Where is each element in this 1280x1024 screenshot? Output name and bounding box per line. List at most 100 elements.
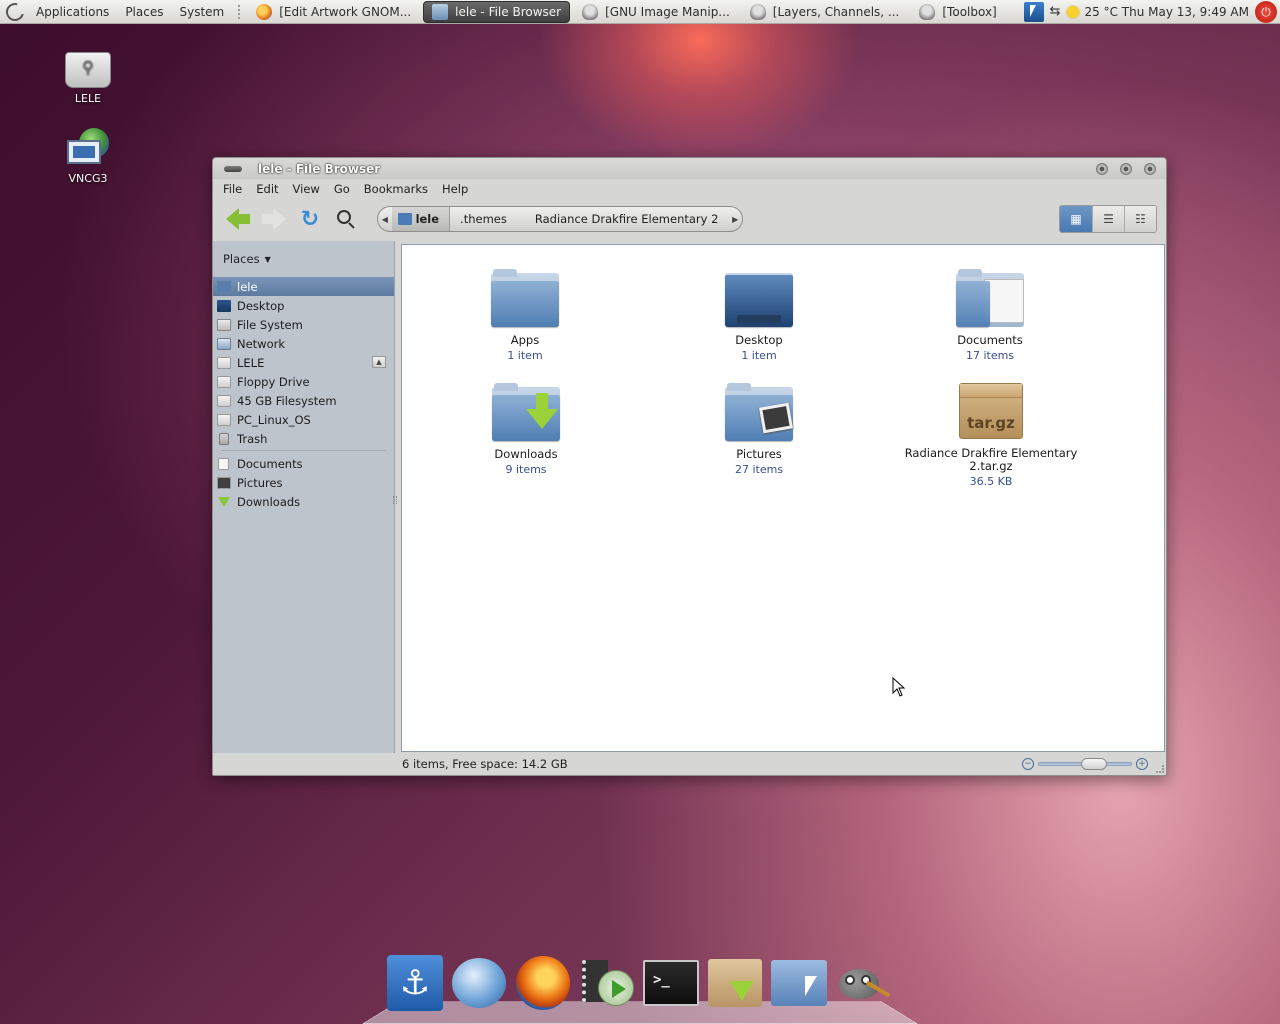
taskbar-item-file-browser[interactable]: lele - File Browser (423, 0, 571, 23)
network-icon[interactable]: ⇆ (1050, 4, 1061, 19)
sidebar-item-label: Pictures (237, 475, 283, 490)
sidebar-item-downloads[interactable]: Downloads (213, 492, 394, 511)
sidebar-item-documents[interactable]: Documents (213, 454, 394, 473)
icon-view[interactable]: Apps 1 item Desktop 1 item Documents 17 … (401, 244, 1165, 752)
breadcrumb-current[interactable]: Radiance Drakfire Elementary 2 (517, 207, 729, 231)
menu-go[interactable]: Go (327, 182, 357, 196)
file-name: Pictures (736, 447, 782, 461)
sidebar-item-floppy[interactable]: Floppy Drive (213, 372, 394, 391)
floppy-icon (217, 375, 231, 388)
clock[interactable]: 25 °C Thu May 13, 9:49 AM (1085, 5, 1249, 19)
taskbar-item-layers[interactable]: [Layers, Channels, ... (742, 1, 908, 23)
window-resize-grip[interactable] (1156, 765, 1164, 773)
power-icon[interactable]: ⏻ (1255, 0, 1277, 23)
forward-button[interactable] (259, 204, 289, 234)
dock-item-anchor[interactable]: ⚓ (386, 954, 444, 1012)
zoom-slider-handle[interactable] (1081, 758, 1107, 770)
distro-logo-icon[interactable] (2, 0, 28, 24)
maximize-button[interactable] (1120, 162, 1132, 175)
breadcrumb-home[interactable]: lele (391, 207, 451, 231)
sidebar-item-45gb[interactable]: 45 GB Filesystem (213, 391, 394, 410)
breadcrumb-themes[interactable]: .themes (450, 207, 517, 231)
sidebar-item-desktop[interactable]: Desktop (213, 296, 394, 315)
terminal-icon: >_ (643, 960, 699, 1006)
taskbar-item-gimp[interactable]: [GNU Image Manip... (574, 1, 738, 23)
file-item-desktop[interactable]: Desktop 1 item (654, 269, 864, 362)
dock-item-gimp[interactable] (834, 954, 892, 1012)
menu-edit[interactable]: Edit (249, 182, 285, 196)
file-name: Apps (510, 333, 540, 347)
file-item-documents[interactable]: Documents 17 items (885, 269, 1095, 362)
home-icon (217, 280, 231, 293)
archive-box-icon: tar.gz (959, 383, 1023, 439)
places-selector[interactable]: Places ▼ (213, 241, 394, 277)
icon-view-button[interactable]: ▦ (1060, 206, 1092, 232)
dock-item-mail[interactable] (450, 954, 508, 1012)
sidebar-item-file-system[interactable]: File System (213, 315, 394, 334)
file-item-archive[interactable]: tar.gz Radiance Drakfire Elementary 2.ta… (886, 383, 1096, 488)
window-controls (1084, 162, 1156, 175)
file-item-pictures[interactable]: Pictures 27 items (654, 383, 864, 476)
breadcrumb-label: lele (415, 212, 440, 226)
zoom-out-icon[interactable]: − (1022, 758, 1034, 770)
file-name: Downloads (494, 447, 558, 461)
file-item-downloads[interactable]: Downloads 9 items (421, 383, 631, 476)
desktop-icon-lele[interactable]: LELE (48, 52, 128, 105)
dock-item-video[interactable] (578, 954, 636, 1012)
file-item-apps[interactable]: Apps 1 item (420, 269, 630, 362)
zoom-in-icon[interactable]: + (1136, 758, 1148, 770)
menu-bookmarks[interactable]: Bookmarks (357, 182, 435, 196)
path-scroll-left-icon[interactable]: ◀ (378, 215, 392, 224)
sidebar-item-pictures[interactable]: Pictures (213, 473, 394, 492)
list-view-button[interactable]: ☰ (1092, 206, 1124, 232)
desktop-folder-icon (725, 269, 793, 327)
close-button[interactable] (1144, 162, 1156, 175)
panel-separator (238, 4, 242, 19)
path-scroll-right-icon[interactable]: ▶ (728, 215, 742, 224)
sidebar-item-network[interactable]: Network (213, 334, 394, 353)
reload-icon: ↻ (300, 206, 320, 232)
sidebar-item-home[interactable]: lele (213, 277, 394, 296)
weather-sun-icon[interactable] (1066, 5, 1079, 18)
search-button[interactable] (331, 204, 361, 234)
zoom-slider[interactable] (1038, 758, 1132, 770)
system-menu[interactable]: System (171, 0, 232, 24)
task-label: lele - File Browser (455, 4, 562, 19)
applications-menu[interactable]: Applications (28, 0, 117, 24)
dock-item-firefox[interactable] (514, 954, 572, 1012)
harddisk-icon (217, 413, 231, 426)
taskbar-item-toolbox[interactable]: [Toolbox] (911, 1, 1004, 23)
minimize-button[interactable] (1096, 162, 1108, 175)
view-switcher: ▦ ☰ ☷ (1059, 205, 1157, 233)
sidebar-item-pclinuxos[interactable]: PC_Linux_OS (213, 410, 394, 429)
sidebar-item-label: Documents (237, 456, 303, 471)
window-menu-icon[interactable] (224, 165, 242, 172)
dock-item-downloads[interactable] (706, 954, 764, 1012)
compact-view-button[interactable]: ☷ (1124, 206, 1156, 232)
pointer-applet-icon[interactable] (1023, 1, 1044, 22)
firefox-icon (256, 3, 273, 20)
document-icon (218, 457, 229, 470)
file-info: 1 item (741, 349, 777, 362)
places-menu[interactable]: Places (117, 0, 171, 24)
window-titlebar[interactable]: lele - File Browser (213, 158, 1166, 179)
pictures-folder-icon (725, 383, 794, 441)
back-button[interactable] (223, 204, 253, 234)
taskbar-item-edit-artwork[interactable]: [Edit Artwork GNOM... (248, 1, 419, 23)
eject-icon[interactable]: ▲ (372, 356, 386, 368)
reload-button[interactable]: ↻ (295, 204, 325, 234)
menu-help[interactable]: Help (435, 182, 475, 196)
sidebar-item-trash[interactable]: Trash (213, 429, 394, 448)
sidebar-item-lele-drive[interactable]: LELE ▲ (213, 353, 394, 372)
menu-view[interactable]: View (286, 182, 327, 196)
downloads-icon (218, 496, 230, 507)
dock: ⚓ >_ (386, 954, 906, 1012)
dock-item-file-manager[interactable] (770, 954, 828, 1012)
file-name: Documents (957, 333, 1023, 347)
file-name: Desktop (735, 333, 783, 347)
desktop-icon-vncg3[interactable]: VNCG3 (48, 128, 128, 185)
menu-file[interactable]: File (216, 182, 249, 196)
dock-item-terminal[interactable]: >_ (642, 954, 700, 1012)
panel-menus: Applications Places System (0, 0, 232, 24)
archive-label: tar.gz (967, 414, 1015, 432)
